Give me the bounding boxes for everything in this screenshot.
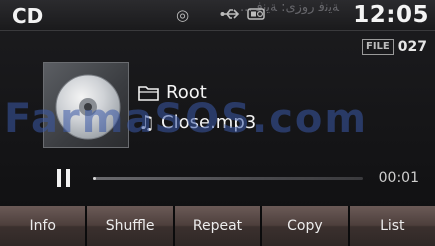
cd-disc-icon xyxy=(55,74,121,140)
music-note-icon: ♫ xyxy=(138,111,156,134)
album-art xyxy=(43,62,129,148)
status-bar: CD ... ﺔﯾﻧﻓ روﺯی: ﺔﯾﻧﻓ ◎ 12:05 xyxy=(0,0,435,31)
clock: 12:05 xyxy=(353,2,429,28)
progress-fill xyxy=(93,177,96,180)
folder-line: Root xyxy=(138,82,207,103)
folder-icon xyxy=(138,85,159,101)
info-button[interactable]: Info xyxy=(0,206,86,246)
folder-name: Root xyxy=(166,82,207,103)
file-number: 027 xyxy=(397,39,427,55)
disc-icon: ◎ xyxy=(176,6,190,24)
elapsed-time: 00:01 xyxy=(378,170,419,186)
repeat-button[interactable]: Repeat xyxy=(174,206,261,246)
ipod-icon xyxy=(246,6,268,26)
track-line: ♫ Close.mp3 xyxy=(138,112,256,133)
softkey-bar: Info Shuffle Repeat Copy List xyxy=(0,206,435,246)
cd-player-screen: CD ... ﺔﯾﻧﻓ روﺯی: ﺔﯾﻧﻓ ◎ 12:05 FILE 027 xyxy=(0,0,435,246)
file-badge: FILE xyxy=(362,39,394,55)
pause-icon[interactable] xyxy=(57,169,71,187)
shuffle-button[interactable]: Shuffle xyxy=(87,206,173,246)
list-button[interactable]: List xyxy=(349,206,435,246)
source-label: CD xyxy=(12,4,44,28)
track-name: Close.mp3 xyxy=(161,112,257,133)
usb-icon xyxy=(220,6,242,26)
copy-button[interactable]: Copy xyxy=(262,206,348,246)
progress-bar[interactable] xyxy=(93,177,363,180)
file-counter: FILE 027 xyxy=(362,38,427,56)
